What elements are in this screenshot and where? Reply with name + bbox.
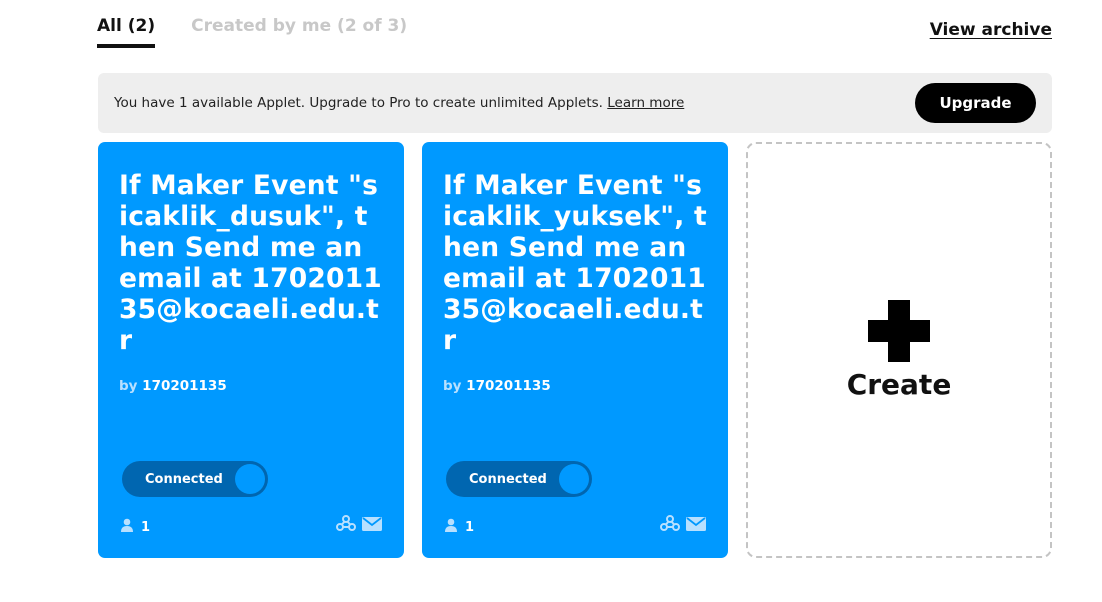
user-count-value: 1 xyxy=(141,519,151,535)
create-applet-button[interactable]: Create xyxy=(746,142,1052,558)
service-icons xyxy=(336,514,382,536)
banner-text: You have 1 available Applet. Upgrade to … xyxy=(114,95,603,111)
service-icons xyxy=(660,514,706,536)
applet-title: If Maker Event "sicaklik_yuksek", then S… xyxy=(443,170,707,356)
email-icon xyxy=(362,516,382,535)
email-icon xyxy=(686,516,706,535)
webhooks-icon xyxy=(660,514,680,536)
toggle-knob xyxy=(559,464,589,494)
user-count: 1 xyxy=(121,518,150,536)
tab-all[interactable]: All (2) xyxy=(97,16,156,48)
applet-title: If Maker Event "sicaklik_dusuk", then Se… xyxy=(119,170,382,356)
connected-toggle[interactable]: Connected xyxy=(446,461,592,497)
author-name: 170201135 xyxy=(142,378,227,394)
author-name: 170201135 xyxy=(466,378,551,394)
by-label: by xyxy=(443,378,462,394)
user-count: 1 xyxy=(445,518,474,536)
toggle-label: Connected xyxy=(145,471,223,487)
by-label: by xyxy=(119,378,138,394)
user-count-value: 1 xyxy=(465,519,475,535)
applet-author: by 170201135 xyxy=(443,378,707,394)
applet-card[interactable]: If Maker Event "sicaklik_dusuk", then Se… xyxy=(98,142,404,558)
plus-icon xyxy=(868,299,930,366)
banner-message: You have 1 available Applet. Upgrade to … xyxy=(114,95,915,111)
learn-more-link[interactable]: Learn more xyxy=(607,95,684,111)
applet-author: by 170201135 xyxy=(119,378,383,394)
tab-bar: All (2) Created by me (2 of 3) xyxy=(97,16,407,48)
webhooks-icon xyxy=(336,514,356,536)
user-icon xyxy=(121,518,133,536)
user-icon xyxy=(445,518,457,536)
toggle-label: Connected xyxy=(469,471,547,487)
view-archive-link[interactable]: View archive xyxy=(930,20,1052,40)
tab-created-by-me[interactable]: Created by me (2 of 3) xyxy=(191,16,407,48)
upgrade-banner: You have 1 available Applet. Upgrade to … xyxy=(98,73,1052,133)
connected-toggle[interactable]: Connected xyxy=(122,461,268,497)
upgrade-button[interactable]: Upgrade xyxy=(915,83,1036,123)
toggle-knob xyxy=(235,464,265,494)
create-label: Create xyxy=(846,367,952,401)
applet-card[interactable]: If Maker Event "sicaklik_yuksek", then S… xyxy=(422,142,728,558)
